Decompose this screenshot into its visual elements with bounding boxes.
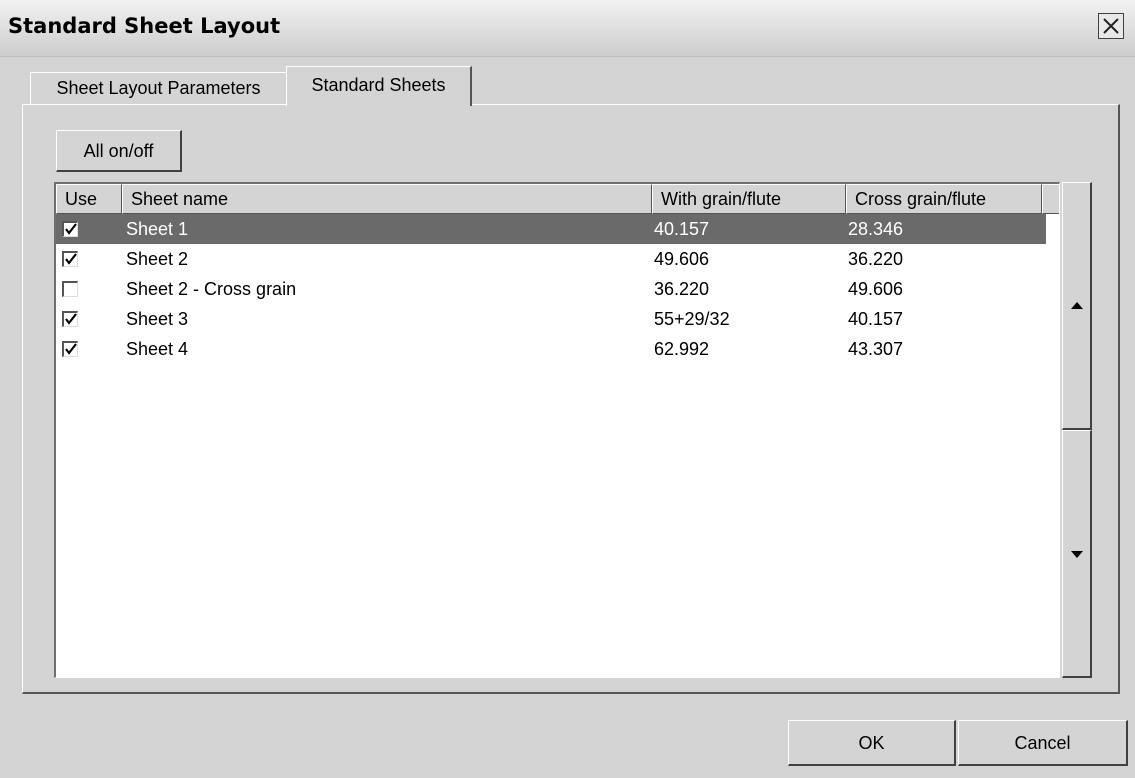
ok-button[interactable]: OK	[788, 720, 956, 766]
tab-sheet-layout-parameters[interactable]: Sheet Layout Parameters	[30, 72, 286, 104]
with-grain-cell: 55+29/32	[654, 309, 730, 329]
all-on-off-button[interactable]: All on/off	[56, 130, 182, 172]
cancel-button[interactable]: Cancel	[958, 720, 1128, 766]
table-row[interactable]: Sheet 4 62.992 43.307	[56, 334, 1046, 364]
column-header-use[interactable]: Use	[56, 184, 122, 214]
cross-grain-cell: 28.346	[848, 219, 904, 239]
table-row[interactable]: Sheet 2 49.606 36.220	[56, 244, 1046, 274]
column-header-filler	[1042, 184, 1059, 214]
with-grain-cell: 40.157	[654, 219, 710, 239]
arrow-up-icon	[1071, 302, 1083, 309]
column-header-cross-grain[interactable]: Cross grain/flute	[846, 184, 1042, 214]
scroll-up-button[interactable]	[1062, 182, 1092, 430]
arrow-down-icon	[1071, 551, 1083, 558]
with-grain-cell: 36.220	[654, 279, 710, 299]
with-grain-cell: 49.606	[654, 249, 710, 269]
use-checkbox[interactable]	[62, 281, 78, 297]
with-grain-cell: 62.992	[654, 339, 710, 359]
column-header-sheet-name[interactable]: Sheet name	[122, 184, 652, 214]
scroll-down-button[interactable]	[1062, 430, 1092, 678]
table-row[interactable]: Sheet 3 55+29/32 40.157	[56, 304, 1046, 334]
table-row[interactable]: Sheet 1 40.157 28.346	[56, 214, 1046, 244]
cross-grain-cell: 49.606	[848, 279, 904, 299]
use-checkbox[interactable]	[62, 341, 78, 357]
close-button[interactable]	[1098, 13, 1124, 39]
checkmark-icon	[65, 223, 77, 235]
title-bar: Standard Sheet Layout	[0, 0, 1135, 57]
sheet-name-cell: Sheet 4	[126, 339, 189, 359]
sheet-name-cell: Sheet 3	[126, 309, 189, 329]
tab-standard-sheets[interactable]: Standard Sheets	[286, 66, 472, 106]
cross-grain-cell: 40.157	[848, 309, 904, 329]
cross-grain-cell: 43.307	[848, 339, 904, 359]
checkmark-icon	[65, 343, 77, 355]
sheet-name-cell: Sheet 2 - Cross grain	[126, 279, 297, 299]
use-checkbox[interactable]	[62, 251, 78, 267]
table-row[interactable]: Sheet 2 - Cross grain 36.220 49.606	[56, 274, 1046, 304]
sheet-name-cell: Sheet 2	[126, 249, 189, 269]
use-checkbox[interactable]	[62, 221, 78, 237]
column-header-with-grain[interactable]: With grain/flute	[652, 184, 846, 214]
window-title: Standard Sheet Layout	[8, 14, 281, 38]
cross-grain-cell: 36.220	[848, 249, 904, 269]
close-icon	[1103, 18, 1119, 34]
use-checkbox[interactable]	[62, 311, 78, 327]
sheet-name-cell: Sheet 1	[126, 219, 189, 239]
sheet-list[interactable]: Use Sheet name With grain/flute Cross gr…	[54, 182, 1060, 678]
checkmark-icon	[65, 313, 77, 325]
checkmark-icon	[65, 253, 77, 265]
